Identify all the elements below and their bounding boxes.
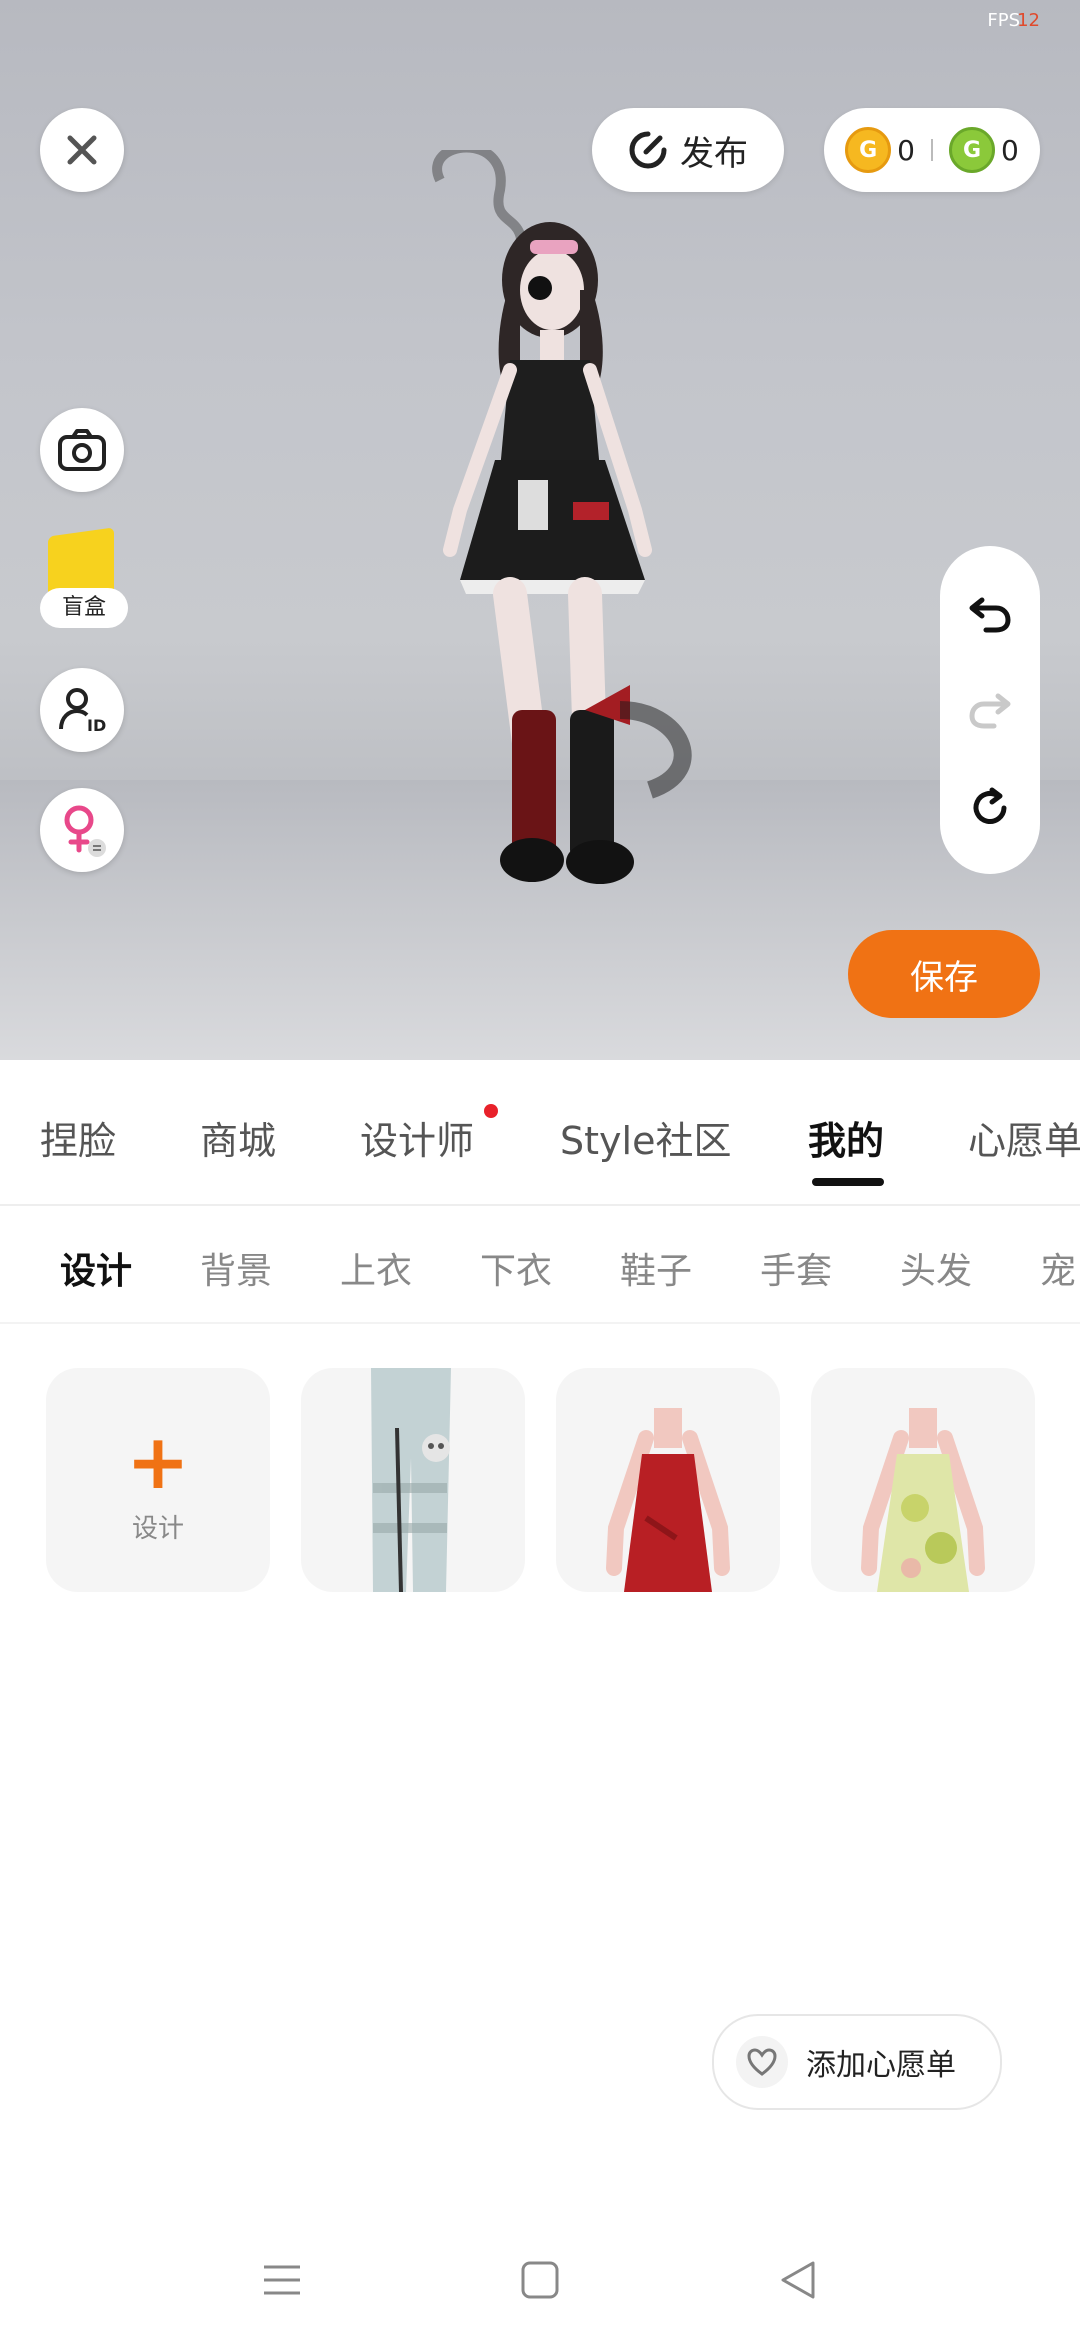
subtab-shoes[interactable]: 鞋子 bbox=[620, 1242, 692, 1294]
main-tabs: 捏脸 商城 设计师 Style社区 我的 心愿单 bbox=[0, 1060, 1080, 1206]
gold-coin-icon: G bbox=[845, 127, 892, 173]
active-tab-indicator bbox=[812, 1178, 884, 1186]
item-card[interactable] bbox=[556, 1368, 780, 1592]
add-wishlist-label: 添加心愿单 bbox=[806, 2048, 956, 2083]
reset-icon bbox=[973, 787, 1007, 824]
add-design-card[interactable]: + 设计 bbox=[46, 1368, 270, 1592]
floral-dress-thumbnail bbox=[861, 1408, 985, 1592]
blind-box-label: 盲盒 bbox=[40, 588, 128, 628]
history-controls bbox=[940, 546, 1040, 874]
green-coin-icon: G bbox=[949, 127, 995, 173]
home-square-icon bbox=[521, 2261, 559, 2299]
subtab-gloves[interactable]: 手套 bbox=[760, 1242, 832, 1294]
plus-icon: + bbox=[126, 1417, 190, 1506]
close-button[interactable] bbox=[40, 108, 124, 192]
blind-box-button[interactable]: 盲盒 bbox=[40, 527, 128, 636]
subtab-top[interactable]: 上衣 bbox=[340, 1242, 412, 1294]
gender-switch-button[interactable] bbox=[40, 788, 124, 872]
undo-button[interactable] bbox=[960, 584, 1020, 644]
tab-wishlist[interactable]: 心愿单 bbox=[968, 1110, 1080, 1165]
subtab-background[interactable]: 背景 bbox=[200, 1242, 272, 1294]
gold-coin-value: 0 bbox=[897, 133, 915, 167]
heart-icon bbox=[736, 2036, 788, 2088]
undo-icon bbox=[969, 597, 1011, 633]
subtab-pet[interactable]: 宠 bbox=[1040, 1242, 1076, 1294]
green-coin-value: 0 bbox=[1001, 133, 1019, 167]
item-card[interactable] bbox=[811, 1368, 1035, 1592]
avatar-figure bbox=[432, 150, 692, 884]
avatar-id-button[interactable]: ID bbox=[40, 668, 124, 752]
coin-divider bbox=[931, 139, 933, 161]
user-id-icon: ID bbox=[59, 688, 106, 735]
tab-style-community[interactable]: Style社区 bbox=[560, 1110, 731, 1165]
notification-dot bbox=[484, 1104, 498, 1118]
tab-face[interactable]: 捏脸 bbox=[40, 1110, 116, 1165]
subtab-design[interactable]: 设计 bbox=[60, 1242, 132, 1294]
redo-icon bbox=[969, 693, 1011, 729]
red-dress-thumbnail bbox=[606, 1408, 730, 1592]
female-icon bbox=[64, 805, 106, 857]
subtab-bottom[interactable]: 下衣 bbox=[480, 1242, 552, 1294]
nav-menu-button[interactable] bbox=[252, 2250, 312, 2310]
fps-value: 12 bbox=[1017, 10, 1040, 31]
system-navigation-bar bbox=[0, 2230, 1080, 2340]
save-button[interactable]: 保存 bbox=[848, 930, 1040, 1018]
nav-home-button[interactable] bbox=[510, 2250, 570, 2310]
menu-icon bbox=[264, 2265, 300, 2295]
camera-button[interactable] bbox=[40, 408, 124, 492]
category-tabs: 设计 背景 上衣 下衣 鞋子 手套 头发 宠 bbox=[0, 1206, 1080, 1324]
tab-designer[interactable]: 设计师 bbox=[360, 1110, 474, 1165]
fps-label: FPS bbox=[987, 10, 1020, 31]
reset-button[interactable] bbox=[960, 778, 1020, 838]
camera-icon bbox=[58, 429, 106, 471]
svg-text:ID: ID bbox=[87, 716, 106, 735]
back-triangle-icon bbox=[781, 2261, 815, 2299]
close-icon bbox=[67, 135, 97, 165]
avatar-stage[interactable]: FPS 12 发布 G 0 G 0 盲盒 ID 保存 bbox=[0, 0, 1080, 1060]
currency-balance[interactable]: G 0 G 0 bbox=[824, 108, 1040, 192]
add-wishlist-button[interactable]: 添加心愿单 bbox=[712, 2014, 1002, 2110]
add-design-label: 设计 bbox=[131, 1514, 184, 1544]
subtab-hair[interactable]: 头发 bbox=[900, 1242, 972, 1294]
tab-mine[interactable]: 我的 bbox=[808, 1110, 884, 1165]
leggings-thumbnail bbox=[371, 1368, 451, 1592]
item-card[interactable] bbox=[301, 1368, 525, 1592]
tab-mall[interactable]: 商城 bbox=[200, 1110, 276, 1165]
nav-back-button[interactable] bbox=[768, 2250, 828, 2310]
redo-button[interactable] bbox=[960, 680, 1020, 740]
